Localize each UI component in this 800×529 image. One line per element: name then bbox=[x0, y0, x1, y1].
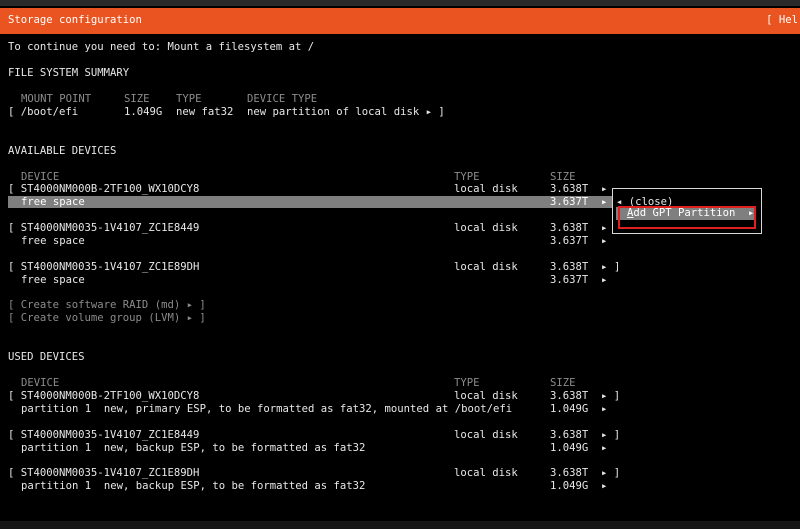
available-disk-2-arrow-icon[interactable]: ▸ bbox=[601, 222, 607, 235]
used-col-size: SIZE bbox=[550, 377, 576, 389]
used-disk-2-partition-size: 1.049G bbox=[550, 442, 589, 454]
instruction-text: To continue you need to: Mount a filesys… bbox=[8, 41, 315, 53]
fs-col-device-type: DEVICE TYPE bbox=[247, 93, 318, 105]
available-disk-3-name[interactable]: [ ST4000NM0035-1V4107_ZC1E89DH bbox=[8, 261, 199, 274]
used-disk-3-partition-size: 1.049G bbox=[550, 480, 589, 492]
used-disk-1-size: 3.638T bbox=[550, 390, 589, 402]
available-disk-1-type: local disk bbox=[454, 183, 518, 195]
used-disk-3-size: 3.638T bbox=[550, 467, 589, 479]
selected-free-space-row[interactable]: free space 3.637T ▸ bbox=[8, 196, 612, 208]
fs-col-size: SIZE bbox=[124, 93, 150, 105]
available-disk-1-free-size: 3.637T bbox=[550, 196, 589, 208]
used-disk-2-size: 3.638T bbox=[550, 429, 589, 441]
annotation-highlight-box bbox=[618, 206, 756, 229]
used-disk-1-partition-size: 1.049G bbox=[550, 403, 589, 415]
available-disk-3-free-size: 3.637T bbox=[550, 274, 589, 286]
available-disk-3-arrow-icon[interactable]: ▸ bbox=[601, 261, 607, 274]
window-bottom-strip bbox=[0, 521, 800, 529]
create-raid-button[interactable]: [ Create software RAID (md) ▸ ] bbox=[8, 299, 206, 312]
available-devices-heading: AVAILABLE DEVICES bbox=[8, 145, 117, 157]
fs-col-type: TYPE bbox=[176, 93, 202, 105]
title-bar: Storage configuration [ Hel bbox=[0, 8, 800, 34]
available-disk-1-arrow-icon[interactable]: ▸ bbox=[601, 183, 607, 196]
available-disk-3-free-space[interactable]: free space bbox=[21, 274, 85, 287]
fs-col-mount-point: MOUNT POINT bbox=[21, 93, 92, 105]
used-disk-3-partition[interactable]: partition 1 new, backup ESP, to be forma… bbox=[21, 480, 365, 493]
used-col-device: DEVICE bbox=[21, 377, 60, 389]
page-title: Storage configuration bbox=[8, 14, 142, 26]
used-disk-1-partition-arrow-icon[interactable]: ▸ bbox=[601, 403, 607, 416]
used-disk-3-partition-arrow-icon[interactable]: ▸ bbox=[601, 480, 607, 493]
help-button[interactable]: [ Hel bbox=[766, 14, 798, 26]
available-disk-2-free-size: 3.637T bbox=[550, 235, 589, 247]
available-disk-1-size: 3.638T bbox=[550, 183, 589, 195]
used-disk-2-type: local disk bbox=[454, 429, 518, 441]
used-disk-2-partition[interactable]: partition 1 new, backup ESP, to be forma… bbox=[21, 442, 365, 455]
fs-row-device-type[interactable]: new partition of local disk ▸ ] bbox=[247, 106, 445, 119]
create-lvm-button[interactable]: [ Create volume group (LVM) ▸ ] bbox=[8, 312, 206, 325]
available-disk-1-name[interactable]: [ ST4000NM000B-2TF100_WX10DCY8 bbox=[8, 183, 199, 196]
available-disk-2-free-space[interactable]: free space bbox=[21, 235, 85, 248]
fs-row-size: 1.049G bbox=[124, 106, 163, 118]
fs-summary-heading: FILE SYSTEM SUMMARY bbox=[8, 67, 130, 79]
used-disk-2-arrow-icon[interactable]: ▸ ] bbox=[601, 429, 620, 442]
used-disk-2-name[interactable]: [ ST4000NM0035-1V4107_ZC1E8449 bbox=[8, 429, 199, 442]
used-disk-1-name[interactable]: [ ST4000NM000B-2TF100_WX10DCY8 bbox=[8, 390, 199, 403]
available-disk-3-free-arrow-icon[interactable]: ▸ bbox=[601, 274, 607, 287]
used-disk-3-type: local disk bbox=[454, 467, 518, 479]
used-disk-3-name[interactable]: [ ST4000NM0035-1V4107_ZC1E89DH bbox=[8, 467, 199, 480]
used-disk-1-arrow-icon[interactable]: ▸ ] bbox=[601, 390, 620, 403]
fs-row-mount[interactable]: [ /boot/efi bbox=[8, 106, 78, 119]
used-col-type: TYPE bbox=[454, 377, 480, 389]
fs-row-type: new fat32 bbox=[176, 106, 234, 118]
available-disk-3-type: local disk bbox=[454, 261, 518, 273]
available-disk-1-free-space: free space bbox=[21, 196, 85, 208]
used-disk-3-arrow-icon[interactable]: ▸ ] bbox=[601, 467, 620, 480]
available-disk-3-close-bracket: ] bbox=[614, 261, 621, 273]
available-disk-3-size: 3.638T bbox=[550, 261, 589, 273]
used-devices-heading: USED DEVICES bbox=[8, 351, 85, 363]
used-disk-1-type: local disk bbox=[454, 390, 518, 402]
used-disk-1-partition[interactable]: partition 1 new, primary ESP, to be form… bbox=[21, 403, 512, 416]
available-disk-1-free-arrow-icon[interactable]: ▸ bbox=[601, 196, 607, 209]
available-disk-2-type: local disk bbox=[454, 222, 518, 234]
used-disk-2-partition-arrow-icon[interactable]: ▸ bbox=[601, 442, 607, 455]
available-disk-2-name[interactable]: [ ST4000NM0035-1V4107_ZC1E8449 bbox=[8, 222, 199, 235]
available-disk-2-size: 3.638T bbox=[550, 222, 589, 234]
window-top-strip bbox=[0, 0, 800, 6]
available-disk-2-free-arrow-icon[interactable]: ▸ bbox=[601, 235, 607, 248]
